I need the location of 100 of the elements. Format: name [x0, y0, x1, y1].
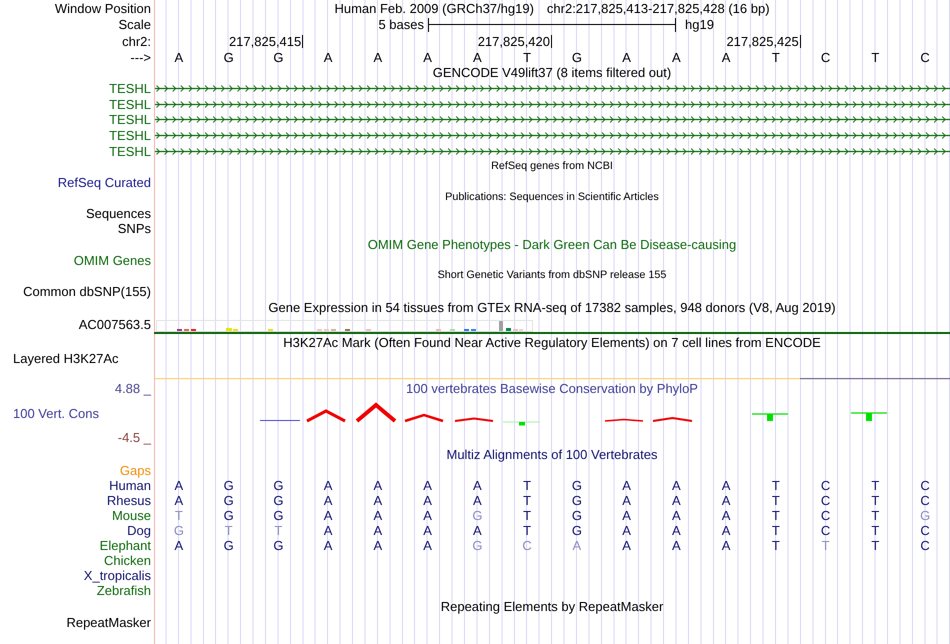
conservation-marker: [752, 413, 788, 421]
base-letter: G: [224, 538, 234, 553]
base-letter: A: [324, 478, 332, 493]
base-letter: A: [473, 50, 482, 65]
base-letter: G: [273, 538, 284, 553]
expression-bar: [464, 328, 469, 331]
base-letter: G: [224, 50, 234, 65]
base-letter: G: [920, 508, 930, 523]
base-letter: T: [274, 522, 282, 538]
base-letter: T: [523, 478, 532, 493]
expression-bar: [345, 328, 350, 331]
base-letter: C: [522, 538, 532, 553]
conservation-peak: [306, 409, 346, 422]
base-letter: A: [473, 492, 482, 508]
base-letter: A: [672, 478, 681, 493]
expression-bar: [317, 328, 322, 331]
base-letter: C: [820, 478, 830, 493]
position-title: chr2:217,825,413-217,825,428 (16 bp): [546, 0, 770, 16]
base-letter: C: [820, 492, 830, 508]
track-label: 100 Vert. Cons: [13, 406, 99, 422]
track-title: Gene Expression in 54 tissues from GTEx RNA-seq of 17382 samples, 948 donors (V8, Aug 2019): [268, 300, 836, 315]
base-letter: G: [472, 538, 482, 553]
base-letter: A: [722, 508, 730, 523]
conservation-peak: [454, 417, 494, 422]
base-letter: A: [622, 508, 631, 523]
track-title: Multiz Alignments of 100 Vertebrates: [446, 446, 658, 462]
base-letter: A: [722, 538, 730, 553]
base-letter: A: [324, 508, 332, 523]
base-letter: T: [772, 538, 780, 553]
base-letter: A: [622, 492, 631, 508]
track-title: OMIM Gene Phenotypes - Dark Green Can Be Disease-causing: [368, 236, 736, 252]
base-letter: T: [871, 508, 880, 523]
base-letter: C: [920, 50, 930, 65]
track-title: Short Genetic Variants from dbSNP release 155: [438, 269, 666, 282]
base-letter: T: [871, 522, 880, 538]
track-label: chr2:: [122, 34, 151, 49]
base-letter: C: [920, 522, 930, 538]
base-letter: A: [423, 50, 432, 65]
gene-label: TESHL: [109, 128, 151, 144]
base-letter: C: [820, 508, 830, 523]
gene-label: TESHL: [109, 96, 151, 112]
base-letter: A: [672, 508, 681, 523]
base-letter: A: [572, 538, 582, 553]
assembly-label: hg19: [685, 17, 714, 32]
expression-bar: [436, 328, 441, 331]
base-letter: G: [572, 508, 582, 523]
conservation-peak: [356, 402, 396, 422]
base-letter: A: [672, 492, 681, 508]
base-letter: A: [324, 538, 332, 553]
track-title: GENCODE V49lift37 (8 items filtered out): [432, 65, 672, 80]
species-label: X_tropicalis: [84, 568, 151, 583]
base-letter: A: [722, 492, 730, 508]
expression-bar: [450, 328, 455, 331]
track-label: SNPs: [118, 220, 151, 236]
base-letter: A: [374, 538, 382, 553]
base-letter: A: [622, 522, 631, 538]
base-letter: T: [772, 50, 780, 65]
base-letter: G: [472, 508, 482, 523]
base-letter: G: [224, 478, 234, 493]
base-letter: C: [820, 522, 830, 538]
base-letter: C: [920, 538, 930, 553]
base-letter: T: [772, 478, 780, 493]
base-letter: A: [374, 508, 382, 523]
base-letter: A: [324, 492, 332, 508]
base-letter: A: [672, 522, 681, 538]
track-label: Window Position: [54, 0, 151, 16]
base-letter: T: [224, 522, 233, 538]
base-letter: A: [374, 478, 382, 493]
base-letter: G: [273, 492, 284, 508]
base-letter: A: [473, 478, 482, 493]
track-title: Publications: Sequences in Scientific Articles: [445, 191, 659, 204]
base-letter: A: [374, 522, 382, 538]
expression-bar: [366, 328, 371, 331]
base-letter: G: [273, 508, 284, 523]
gene-label: TESHL: [109, 144, 151, 159]
base-letter: T: [822, 538, 830, 553]
track-title: H3K27Ac Mark (Often Found Near Active Regulatory Elements) on 7 cell lines from ENCODE: [283, 334, 821, 350]
base-letter: T: [523, 492, 532, 508]
base-letter: G: [572, 50, 582, 65]
expression-bar: [471, 328, 476, 331]
base-letter: T: [772, 492, 780, 508]
base-letter: G: [273, 50, 284, 65]
position-tick-label: 217,825,420: [478, 35, 552, 48]
base-letter: G: [224, 508, 234, 523]
base-letter: C: [920, 478, 930, 493]
conservation-marker: [503, 421, 540, 426]
base-letter: A: [722, 50, 730, 65]
base-letter: A: [174, 492, 184, 508]
base-letter: A: [622, 538, 631, 553]
gene-label: TESHL: [109, 81, 151, 96]
base-letter: T: [523, 50, 532, 65]
expression-bar: [184, 328, 189, 331]
species-label: Chicken: [104, 552, 151, 568]
track-label: Sequences: [86, 206, 151, 221]
base-letter: T: [772, 508, 780, 523]
base-letter: A: [722, 522, 730, 538]
base-letter: A: [423, 538, 432, 553]
base-letter: A: [423, 522, 432, 538]
base-letter: G: [572, 492, 582, 508]
base-letter: T: [871, 492, 880, 508]
